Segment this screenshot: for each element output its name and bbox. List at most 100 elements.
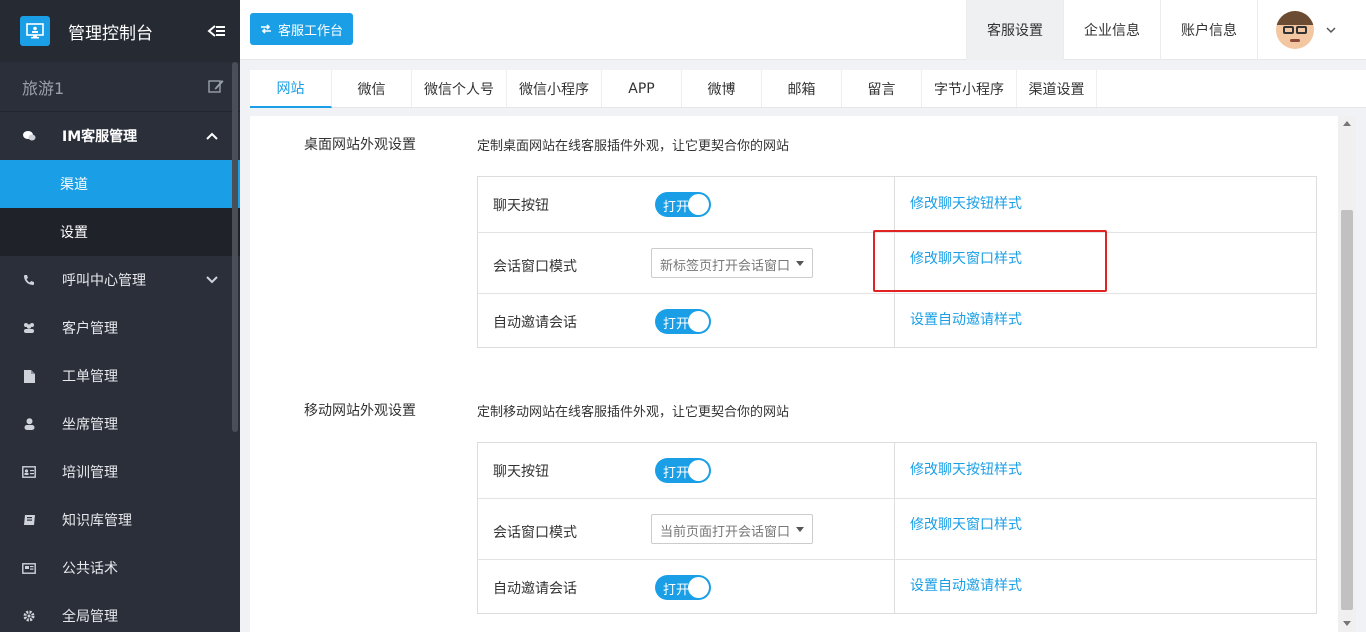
- edit-chat-button-style-link[interactable]: 修改聊天按钮样式: [910, 459, 1022, 479]
- sidebar-subitem-settings[interactable]: 设置: [0, 208, 240, 256]
- sidebar-subitem-label: 渠道: [60, 177, 88, 193]
- auto-invite-toggle[interactable]: 打开: [655, 309, 711, 334]
- main-content: 桌面网站外观设置 定制桌面网站在线客服插件外观，让它更契合你的网站 聊天按钮 打…: [250, 116, 1338, 632]
- tab-wechat-miniprogram[interactable]: 微信小程序: [507, 70, 602, 107]
- edit-auto-invite-style-link[interactable]: 设置自动邀请样式: [910, 575, 1022, 595]
- row-label: 自动邀请会话: [493, 315, 577, 331]
- table-row: 聊天按钮 打开 修改聊天按钮样式: [478, 443, 1316, 498]
- scroll-up-icon[interactable]: [1343, 121, 1351, 126]
- scroll-down-icon[interactable]: [1343, 621, 1351, 626]
- sidebar-item-label: 工单管理: [62, 369, 118, 385]
- nav-company-info[interactable]: 企业信息: [1063, 0, 1160, 60]
- sidebar-item-customers[interactable]: 客户管理: [0, 304, 240, 352]
- edit-chat-window-style-link[interactable]: 修改聊天窗口样式: [910, 514, 1022, 534]
- sidebar-item-global[interactable]: 全局管理: [0, 592, 240, 632]
- highlight-annotation-box: [873, 230, 1107, 292]
- collapse-menu-icon[interactable]: [206, 22, 226, 40]
- toggle-label: 打开: [663, 317, 690, 332]
- mobile-settings-table: 聊天按钮 打开 修改聊天按钮样式 会话窗口模式 当前页面打开会话窗口 修改聊天窗…: [477, 442, 1317, 614]
- book-icon: [22, 513, 36, 527]
- project-name: 旅游1: [0, 62, 240, 112]
- users-icon: [22, 321, 36, 335]
- sidebar-item-tickets[interactable]: 工单管理: [0, 352, 240, 400]
- chat-button-toggle[interactable]: 打开: [655, 458, 711, 483]
- service-workbench-label: 客服工作台: [278, 23, 344, 39]
- sidebar-item-im[interactable]: IM客服管理: [0, 112, 240, 160]
- nav-service-settings[interactable]: 客服设置: [966, 0, 1063, 60]
- avatar[interactable]: [1276, 11, 1314, 49]
- chevron-down-icon: [206, 276, 218, 284]
- channel-tabs: 网站 微信 微信个人号 微信小程序 APP 微博 邮箱 留言 字节小程序 渠道设…: [250, 70, 1366, 108]
- newspaper-icon: [22, 561, 36, 575]
- sidebar-item-label: 坐席管理: [62, 417, 118, 433]
- select-value: 新标签页打开会话窗口: [660, 259, 791, 274]
- sidebar-subitem-channel[interactable]: 渠道: [0, 160, 240, 208]
- desktop-section-desc: 定制桌面网站在线客服插件外观，让它更契合你的网站: [477, 139, 790, 154]
- tab-wechat[interactable]: 微信: [332, 70, 412, 107]
- sidebar-item-label: 全局管理: [62, 609, 118, 625]
- tab-website[interactable]: 网站: [250, 70, 332, 108]
- service-workbench-button[interactable]: 客服工作台: [250, 13, 354, 45]
- gear-icon: [22, 609, 36, 623]
- app-title: 管理控制台: [68, 23, 153, 44]
- sidebar-scrollbar[interactable]: [232, 62, 238, 432]
- mobile-section-desc: 定制移动网站在线客服插件外观，让它更契合你的网站: [477, 405, 790, 420]
- row-label: 聊天按钮: [493, 464, 549, 480]
- table-row: 会话窗口模式 当前页面打开会话窗口 修改聊天窗口样式: [478, 498, 1316, 559]
- sidebar-item-label: IM客服管理: [62, 129, 138, 145]
- sidebar-header: 管理控制台: [0, 0, 240, 62]
- tab-wechat-personal[interactable]: 微信个人号: [412, 70, 507, 107]
- document-icon: [22, 369, 36, 383]
- tab-email[interactable]: 邮箱: [762, 70, 842, 107]
- sidebar-subitem-label: 设置: [60, 225, 88, 241]
- toggle-label: 打开: [663, 466, 690, 481]
- window-mode-select[interactable]: 当前页面打开会话窗口: [651, 514, 813, 544]
- sidebar-item-agents[interactable]: 坐席管理: [0, 400, 240, 448]
- row-label: 自动邀请会话: [493, 581, 577, 597]
- id-card-icon: [22, 465, 36, 479]
- sidebar-item-call-center[interactable]: 呼叫中心管理: [0, 256, 240, 304]
- content-scrollbar[interactable]: [1338, 116, 1356, 632]
- auto-invite-toggle[interactable]: 打开: [655, 575, 711, 600]
- tab-bytedance-miniprogram[interactable]: 字节小程序: [922, 70, 1017, 107]
- toggle-label: 打开: [663, 200, 690, 215]
- phone-icon: [22, 273, 36, 287]
- user-menu[interactable]: [1257, 0, 1366, 60]
- tab-weibo[interactable]: 微博: [682, 70, 762, 107]
- tab-app[interactable]: APP: [602, 70, 682, 107]
- chevron-down-icon: [1326, 27, 1336, 34]
- user-icon: [22, 417, 36, 431]
- tab-message[interactable]: 留言: [842, 70, 922, 107]
- row-label: 聊天按钮: [493, 198, 549, 214]
- row-label: 会话窗口模式: [493, 525, 577, 541]
- sidebar-item-label: 知识库管理: [62, 513, 132, 529]
- sidebar-item-label: 培训管理: [62, 465, 118, 481]
- sidebar-item-label: 呼叫中心管理: [62, 273, 146, 289]
- mobile-section-title: 移动网站外观设置: [304, 403, 416, 419]
- project-label: 旅游1: [22, 78, 65, 98]
- top-header: 客服工作台 客服设置 企业信息 账户信息: [240, 0, 1366, 60]
- sidebar-item-training[interactable]: 培训管理: [0, 448, 240, 496]
- edit-auto-invite-style-link[interactable]: 设置自动邀请样式: [910, 309, 1022, 329]
- chevron-up-icon: [206, 132, 218, 140]
- table-row: 自动邀请会话 打开 设置自动邀请样式: [478, 293, 1316, 347]
- table-row: 聊天按钮 打开 修改聊天按钮样式: [478, 177, 1316, 232]
- window-mode-select[interactable]: 新标签页打开会话窗口: [651, 248, 813, 278]
- chat-icon: [22, 129, 36, 143]
- sidebar-item-label: 客户管理: [62, 321, 118, 337]
- monitor-icon: [20, 16, 50, 46]
- sidebar-item-knowledge[interactable]: 知识库管理: [0, 496, 240, 544]
- row-label: 会话窗口模式: [493, 259, 577, 275]
- edit-icon[interactable]: [208, 78, 224, 94]
- top-nav: 客服设置 企业信息 账户信息: [966, 0, 1366, 60]
- tab-channel-settings[interactable]: 渠道设置: [1017, 70, 1097, 107]
- chat-button-toggle[interactable]: 打开: [655, 192, 711, 217]
- select-value: 当前页面打开会话窗口: [660, 525, 791, 540]
- swap-icon: [261, 24, 271, 34]
- scrollbar-thumb[interactable]: [1341, 210, 1353, 610]
- desktop-section-title: 桌面网站外观设置: [304, 137, 416, 153]
- nav-account-info[interactable]: 账户信息: [1160, 0, 1257, 60]
- edit-chat-button-style-link[interactable]: 修改聊天按钮样式: [910, 193, 1022, 213]
- table-row: 自动邀请会话 打开 设置自动邀请样式: [478, 559, 1316, 613]
- sidebar-item-phrases[interactable]: 公共话术: [0, 544, 240, 592]
